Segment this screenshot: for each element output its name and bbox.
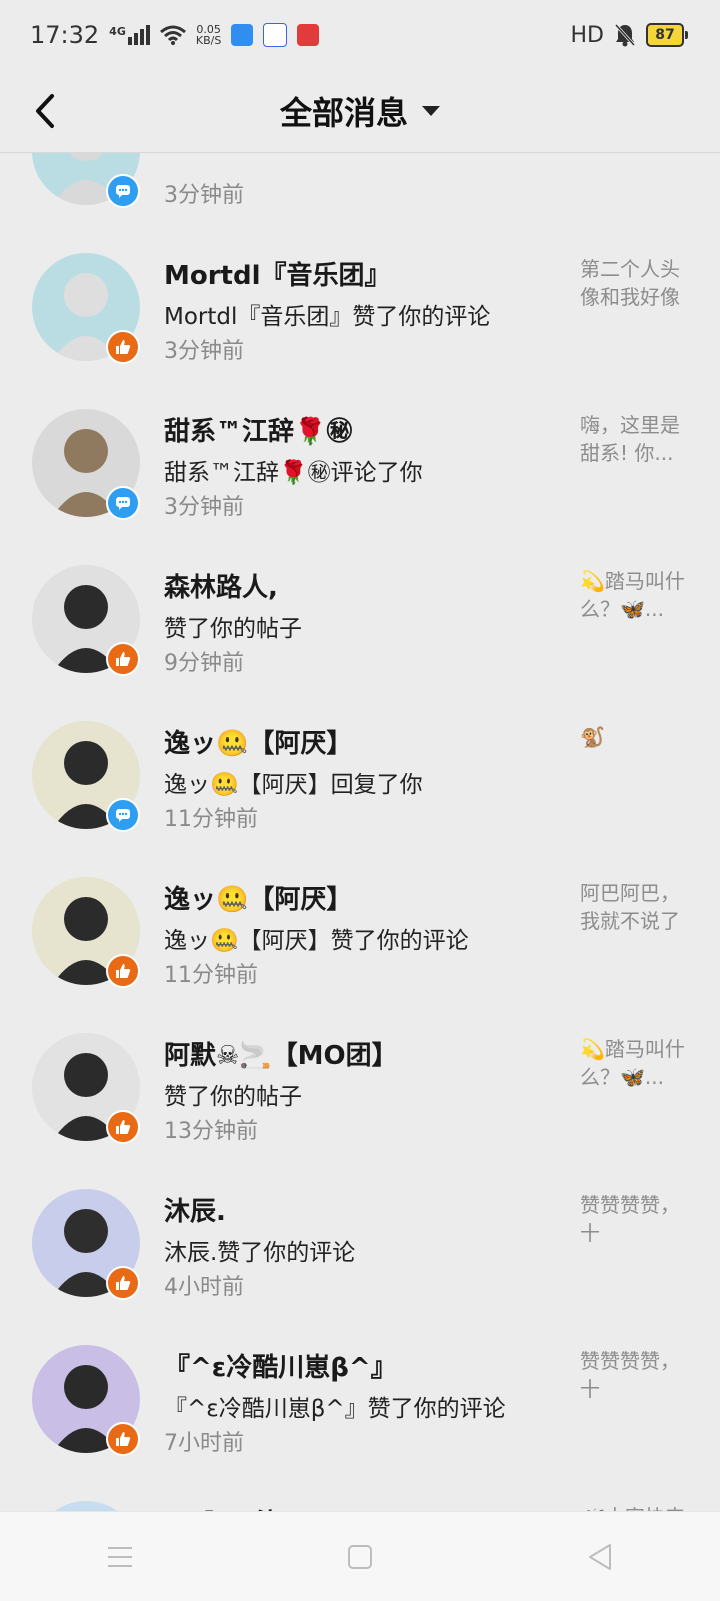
notification-action: Mortdl『音乐团』赞了你的评论 xyxy=(164,304,491,330)
notification-time: 11分钟前 xyxy=(164,963,258,988)
content-preview[interactable]: 赞赞赞赞，十 xyxy=(580,1347,692,1403)
title-dropdown[interactable]: 全部消息 xyxy=(280,88,440,134)
sender-name[interactable]: 逸ッ🤐【阿厌】 xyxy=(164,879,352,916)
triangle-back-icon xyxy=(589,1543,611,1570)
comment-badge xyxy=(106,486,140,520)
notification-action: 赞了你的帖子 xyxy=(164,1084,302,1110)
notification-item[interactable]: 阿默☠🚬【MO团】赞了你的帖子 13分钟前 💫踏马叫什么？🦋... xyxy=(0,993,720,1149)
content-preview[interactable]: 嗨，这里是甜系! 你... xyxy=(580,411,692,467)
chat-bubble-icon xyxy=(116,185,130,198)
notification-action: 沐辰.赞了你的评论 xyxy=(164,1240,356,1266)
app-notification-icon xyxy=(231,24,254,46)
sender-name[interactable]: 森林路人, xyxy=(164,567,278,604)
notification-time: 4小时前 xyxy=(164,1275,244,1300)
thumbs-up-icon xyxy=(116,1276,131,1290)
sender-name[interactable]: 𝓜-阿™染 xyxy=(164,1503,282,1511)
notification-item[interactable]: 甜系™江辞🌹㊙甜系™江辞🌹㊙评论了你 3分钟前 嗨，这里是甜系! 你... xyxy=(0,369,720,525)
network-type: 4G xyxy=(109,25,126,38)
content-preview[interactable]: 🐒 xyxy=(580,723,692,751)
notification-item[interactable]: 逸ッ🤐【阿厌】逸ッ🤐【阿厌】回复了你 11分钟前 🐒 xyxy=(0,681,720,837)
status-right: HD 87 xyxy=(571,23,688,48)
notification-time: 7小时前 xyxy=(164,1431,244,1456)
network-speed-unit: KB/S xyxy=(195,34,222,47)
notification-item[interactable]: 𝓜-阿™染 🦋大家快来 xyxy=(0,1461,720,1511)
thumbs-up-icon xyxy=(116,1120,131,1134)
status-left: 17:32 4G 0.05 KB/S xyxy=(30,21,320,49)
notification-action: 逸ッ🤐【阿厌】赞了你的评论 xyxy=(164,928,469,954)
title-bar: 全部消息 xyxy=(0,70,720,153)
notification-time: 13分钟前 xyxy=(164,1119,258,1144)
avatar[interactable] xyxy=(32,1501,140,1511)
hd-indicator: HD xyxy=(570,22,604,48)
sender-name[interactable]: 阿默☠🚬【MO团】 xyxy=(164,1035,398,1072)
chat-bubble-icon xyxy=(116,497,130,510)
notification-item[interactable]: 沐辰. 沐辰.赞了你的评论 4小时前 赞赞赞赞，十 xyxy=(0,1149,720,1305)
notification-item[interactable]: 逸ッ🤐【阿厌】逸ッ🤐【阿厌】赞了你的评论 11分钟前 阿巴阿巴，我就不说了 xyxy=(0,837,720,993)
notification-time: 3分钟前 xyxy=(164,339,244,364)
wifi-icon xyxy=(159,25,186,45)
like-badge xyxy=(106,1422,140,1456)
content-preview[interactable]: 🦋大家快来 xyxy=(580,1503,692,1511)
news-notification-icon xyxy=(297,24,320,46)
notification-action: 逸ッ🤐【阿厌】回复了你 xyxy=(164,772,423,798)
navigation-bar xyxy=(0,1511,720,1601)
content-preview[interactable]: 第二个人头像和我好像 xyxy=(580,255,692,311)
bell-muted-icon xyxy=(614,23,636,47)
thumbs-up-icon xyxy=(116,340,131,354)
caret-down-icon xyxy=(422,106,440,116)
baidu-notification-icon xyxy=(263,23,288,47)
notification-time: 3分钟前 xyxy=(164,183,244,208)
sender-name[interactable]: 『^ε冷酷川崽β^』 xyxy=(164,1347,397,1384)
content-preview[interactable]: 赞赞赞赞，十 xyxy=(580,1191,692,1247)
like-badge xyxy=(106,954,140,988)
notification-list-inner: 3分钟前 Mortdl『音乐团』 Mortdl『音乐团』赞了你的评论 3分钟前 第二个人… xyxy=(0,153,720,1511)
comment-badge xyxy=(106,798,140,832)
like-badge xyxy=(106,330,140,364)
like-badge xyxy=(106,642,140,676)
thumbs-up-icon xyxy=(116,964,131,978)
nav-menu-button[interactable] xyxy=(90,1527,150,1587)
square-home-icon xyxy=(348,1544,372,1569)
content-preview[interactable]: 阿巴阿巴，我就不说了 xyxy=(580,879,692,935)
notification-list[interactable]: 3分钟前 Mortdl『音乐团』 Mortdl『音乐团』赞了你的评论 3分钟前 第二个人… xyxy=(0,153,720,1511)
notification-action: 『^ε冷酷川崽β^』赞了你的评论 xyxy=(164,1396,506,1422)
status-time: 17:32 xyxy=(30,21,100,49)
back-button[interactable] xyxy=(28,86,68,136)
notification-item[interactable]: 『^ε冷酷川崽β^』『^ε冷酷川崽β^』赞了你的评论 7小时前 赞赞赞赞，十 xyxy=(0,1305,720,1461)
chevron-left-icon xyxy=(36,94,54,128)
status-bar: 17:32 4G 0.05 KB/S HD 87 xyxy=(0,0,720,70)
avatar-illustration xyxy=(32,1501,140,1511)
page-title: 全部消息 xyxy=(279,94,408,132)
notification-action: 赞了你的帖子 xyxy=(164,616,302,642)
content-preview[interactable]: 💫踏马叫什么？🦋... xyxy=(580,1035,692,1091)
battery-level: 87 xyxy=(646,23,684,47)
sender-name[interactable]: 甜系™江辞🌹㊙ xyxy=(164,411,352,448)
sender-name[interactable]: 逸ッ🤐【阿厌】 xyxy=(164,723,352,760)
notification-action: 甜系™江辞🌹㊙评论了你 xyxy=(164,460,423,486)
sender-name[interactable]: Mortdl『音乐团』 xyxy=(164,255,391,292)
notification-time: 3分钟前 xyxy=(164,495,244,520)
network-speed: 0.05 KB/S xyxy=(196,24,221,46)
signal-icon: 4G xyxy=(109,25,150,45)
like-badge xyxy=(106,1266,140,1300)
thumbs-up-icon xyxy=(116,1432,131,1446)
menu-icon xyxy=(108,1546,132,1567)
sender-name[interactable]: 沐辰. xyxy=(164,1191,226,1228)
chat-bubble-icon xyxy=(116,809,130,822)
comment-badge xyxy=(106,174,140,208)
notification-time: 9分钟前 xyxy=(164,651,244,676)
nav-back-button[interactable] xyxy=(570,1527,630,1587)
content-preview[interactable]: 💫踏马叫什么？🦋... xyxy=(580,567,692,623)
notification-item[interactable]: 3分钟前 xyxy=(0,153,720,213)
nav-home-button[interactable] xyxy=(330,1527,390,1587)
notification-item[interactable]: 森林路人, 赞了你的帖子 9分钟前 💫踏马叫什么？🦋... xyxy=(0,525,720,681)
thumbs-up-icon xyxy=(116,652,131,666)
like-badge xyxy=(106,1110,140,1144)
notification-item[interactable]: Mortdl『音乐团』 Mortdl『音乐团』赞了你的评论 3分钟前 第二个人头像和我… xyxy=(0,213,720,369)
battery-icon: 87 xyxy=(646,23,688,47)
notification-time: 11分钟前 xyxy=(164,807,258,832)
